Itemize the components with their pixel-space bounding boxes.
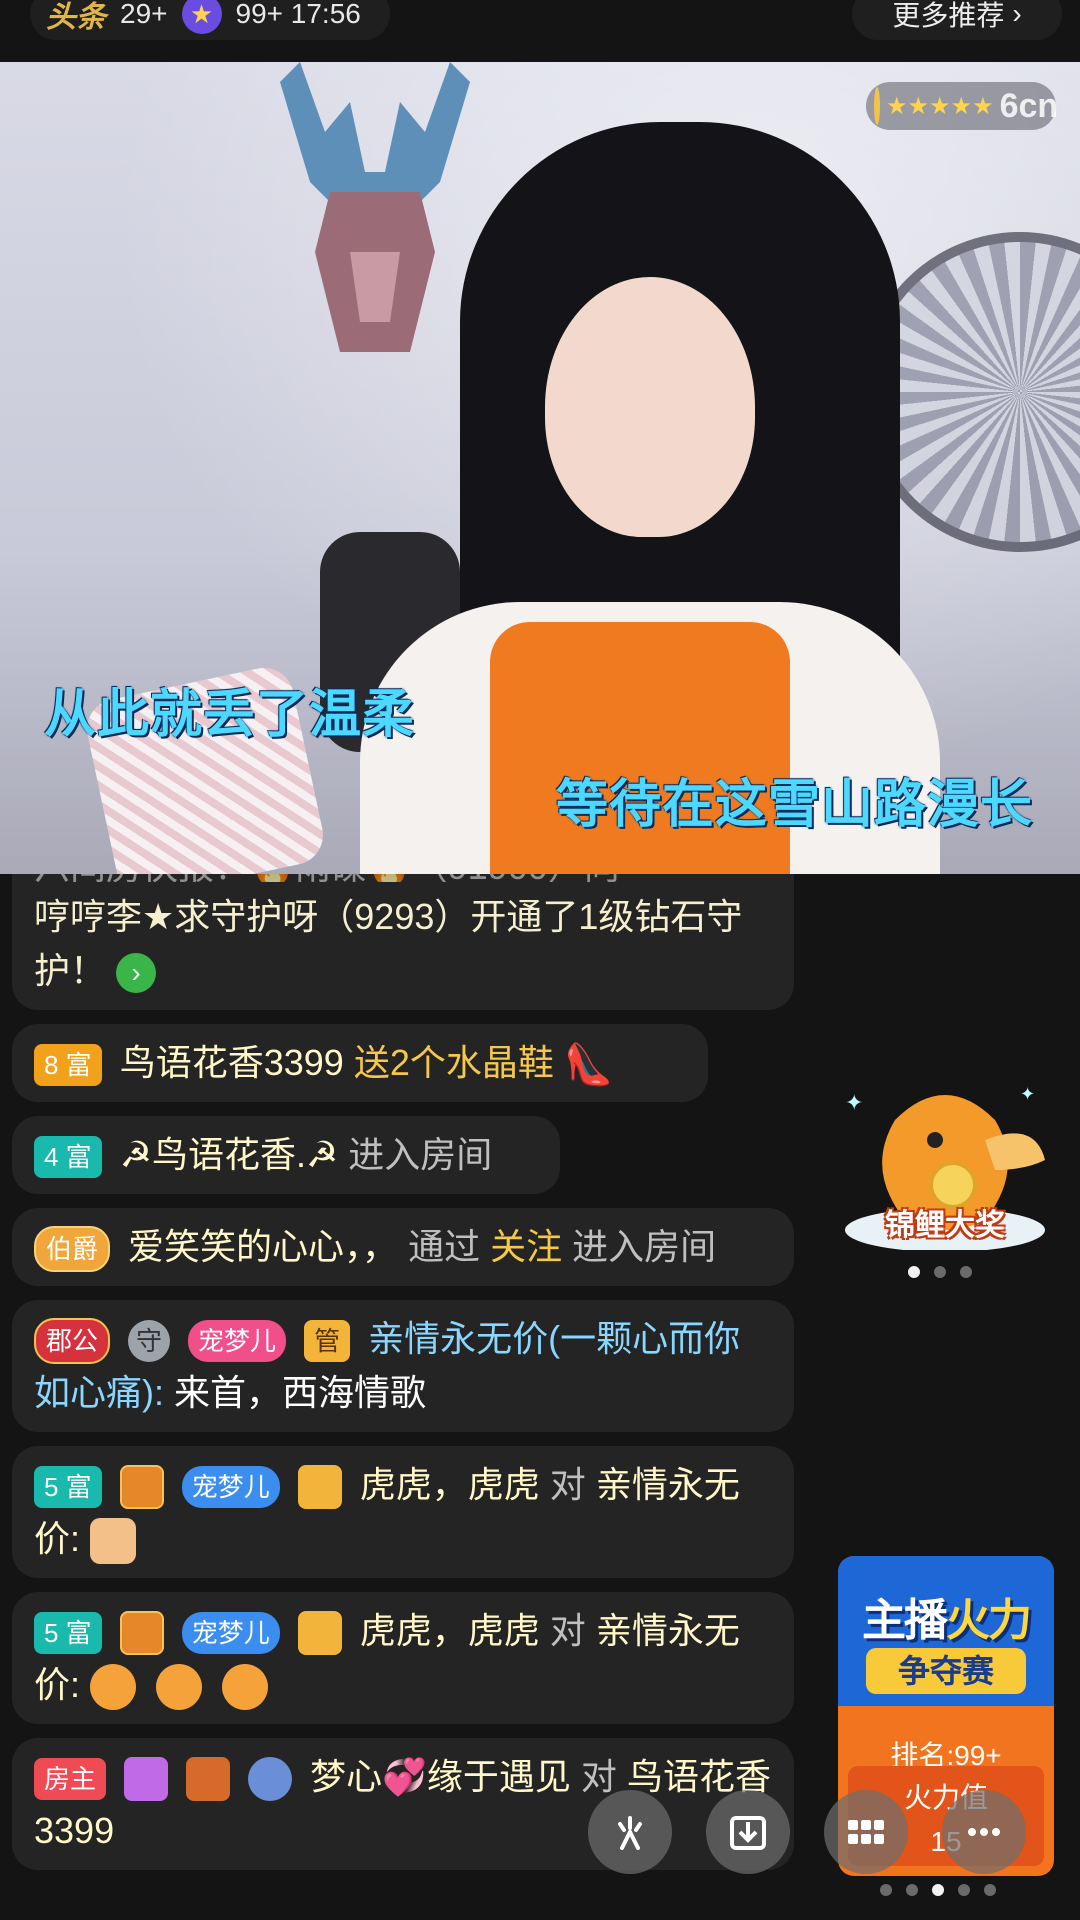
chat-username[interactable]: 虎虎，虎虎 bbox=[360, 1464, 540, 1505]
chat-username[interactable]: ☭鸟语花香.☭ bbox=[120, 1134, 339, 1175]
enter-room-text: 进入房间 bbox=[572, 1226, 717, 1267]
user-card-icon bbox=[297, 1465, 342, 1510]
pray-emoji-icon bbox=[156, 1664, 203, 1711]
fan-club-badge: 宠梦儿 bbox=[188, 1320, 287, 1363]
fans-count: 99+ 17:56 bbox=[235, 0, 361, 29]
page-dot bbox=[960, 1266, 972, 1278]
chat-username[interactable]: 爱笑笑的心心，， bbox=[128, 1226, 398, 1267]
promo-page-dots bbox=[908, 1266, 972, 1278]
page-dot bbox=[880, 1884, 892, 1896]
pray-emoji-icon bbox=[222, 1664, 269, 1711]
follow-highlight: 关注 bbox=[490, 1226, 563, 1267]
gift-action: 送2个水晶鞋 bbox=[353, 1042, 554, 1083]
level-watermark: ★★★★★ 6cn bbox=[866, 82, 1059, 130]
gold-bar-icon bbox=[119, 1465, 164, 1510]
to-text: 对 bbox=[549, 1610, 586, 1651]
page-dot-active bbox=[932, 1884, 944, 1896]
page-dot bbox=[906, 1884, 918, 1896]
pray-emoji-icon bbox=[90, 1664, 137, 1711]
more-recommend-label: 更多推荐 bbox=[892, 0, 1005, 31]
page-dot bbox=[958, 1884, 970, 1896]
star-icon: ★ bbox=[181, 0, 222, 34]
next-arrow-icon[interactable]: › bbox=[116, 953, 157, 994]
noble-badge: 伯爵 bbox=[34, 1226, 111, 1273]
fan-club-name: 宠梦儿 bbox=[191, 1472, 270, 1503]
page-dot bbox=[984, 1884, 996, 1896]
enter-room-text: 进入房间 bbox=[348, 1134, 493, 1175]
chat-text: 来首，西海情歌 bbox=[174, 1372, 427, 1413]
system-message-clipped: 六间房快报！🔥雨碟🔥（91900）向 bbox=[34, 874, 772, 882]
chat-list[interactable]: 六间房快报！🔥雨碟🔥（91900）向 哼哼李★求守护呀（9293）开通了1级钻石… bbox=[12, 874, 802, 1920]
svg-text:✦: ✦ bbox=[845, 1090, 863, 1115]
crest-icon bbox=[874, 87, 880, 125]
fan-club-name: 宠梦儿 bbox=[198, 1326, 277, 1357]
apps-button[interactable] bbox=[824, 1790, 908, 1874]
wealth-badge: 8 富 bbox=[34, 1044, 102, 1087]
level-stars: ★★★★★ bbox=[886, 92, 994, 120]
page-dot-active bbox=[908, 1266, 920, 1278]
fan-club-name: 宠梦儿 bbox=[191, 1618, 270, 1649]
site-logo: 6cn bbox=[999, 86, 1059, 125]
more-button[interactable] bbox=[942, 1790, 1026, 1874]
vip-crest-icon bbox=[124, 1757, 169, 1802]
fire-contest-subtitle: 争夺赛 bbox=[866, 1648, 1026, 1694]
download-button[interactable] bbox=[706, 1790, 790, 1874]
chat-username[interactable]: 梦心💞缘于遇见 bbox=[310, 1756, 571, 1797]
headline-logo: 头条 bbox=[46, 1, 106, 34]
live-video[interactable]: ★★★★★ 6cn 从此就丢了温柔 等待在这雪山路漫长 bbox=[0, 62, 1080, 874]
to-text: 对 bbox=[580, 1756, 617, 1797]
guard-shield-icon: 守 bbox=[128, 1320, 171, 1363]
chevron-right-icon: › bbox=[1012, 0, 1022, 29]
chat-message-gift[interactable]: 8 富 鸟语花香3399 送2个水晶鞋 👠 bbox=[12, 1024, 708, 1102]
chat-message-comment[interactable]: 郡公 守 宠梦儿 管 亲情永无价(一颗心而你如心痛): 来首，西海情歌 bbox=[12, 1300, 794, 1432]
more-icon bbox=[968, 1828, 1000, 1836]
wealth-badge: 4 富 bbox=[34, 1136, 102, 1179]
noble-badge: 郡公 bbox=[34, 1318, 111, 1365]
lyric-line-1: 从此就丢了温柔 bbox=[44, 686, 416, 744]
gold-bar-icon bbox=[119, 1611, 164, 1656]
via-text: 通过 bbox=[408, 1226, 481, 1267]
deer-head-decoration bbox=[280, 62, 470, 352]
crystal-shoe-icon: 👠 bbox=[563, 1043, 614, 1088]
lyric-line-2: 等待在这雪山路漫长 bbox=[556, 776, 1034, 834]
admin-badge: 管 bbox=[304, 1320, 351, 1363]
grid-icon bbox=[848, 1820, 884, 1844]
headline-count: 29+ bbox=[120, 0, 168, 29]
shield-icon bbox=[186, 1757, 231, 1802]
chat-username[interactable]: 鸟语花香3399 bbox=[120, 1042, 344, 1083]
download-icon bbox=[730, 1816, 766, 1850]
room-info-pill[interactable]: 头条 29+ ★ 99+ 17:56 bbox=[30, 0, 390, 40]
guard-badge-label: 守 bbox=[136, 1326, 163, 1357]
chat-message-enter[interactable]: 4 富 ☭鸟语花香.☭ 进入房间 bbox=[12, 1116, 560, 1194]
page-dot bbox=[934, 1266, 946, 1278]
chat-message-to[interactable]: 5 富 宠梦儿 虎虎，虎虎 对 亲情永无价: bbox=[12, 1446, 794, 1578]
user-card-icon bbox=[297, 1611, 342, 1656]
top-bar: 头条 29+ ★ 99+ 17:56 更多推荐 › bbox=[0, 0, 1080, 62]
share-button[interactable] bbox=[588, 1790, 672, 1874]
koi-prize-label[interactable]: 锦鲤大奖 bbox=[838, 1200, 1052, 1244]
crest-icon bbox=[248, 1757, 293, 1802]
streamer-face bbox=[545, 277, 755, 537]
fire-title-part-a: 主播 bbox=[862, 1596, 948, 1645]
fan-club-badge: 宠梦儿 bbox=[181, 1612, 280, 1655]
chat-message-system: 六间房快报！🔥雨碟🔥（91900）向 哼哼李★求守护呀（9293）开通了1级钻石… bbox=[12, 874, 794, 1010]
more-recommend-button[interactable]: 更多推荐 › bbox=[852, 0, 1062, 40]
fan-club-badge: 宠梦儿 bbox=[181, 1466, 280, 1509]
fire-title-part-b: 火力 bbox=[946, 1596, 1032, 1645]
promo-page-dots-bottom bbox=[880, 1884, 996, 1896]
to-text: 对 bbox=[549, 1464, 586, 1505]
chat-message-to[interactable]: 房主 梦心💞缘于遇见 对 鸟语花香3399 bbox=[12, 1738, 794, 1870]
clap-emoji-icon bbox=[90, 1518, 137, 1565]
chat-message-to[interactable]: 5 富 宠梦儿 虎虎，虎虎 对 亲情永无价: bbox=[12, 1592, 794, 1724]
svg-text:✦: ✦ bbox=[1020, 1084, 1035, 1104]
wealth-badge: 5 富 bbox=[34, 1612, 102, 1655]
wealth-badge: 5 富 bbox=[34, 1466, 102, 1509]
share-icon bbox=[618, 1816, 642, 1850]
chat-message-follow-enter[interactable]: 伯爵 爱笑笑的心心，， 通过 关注 进入房间 bbox=[12, 1208, 794, 1286]
room-owner-badge: 房主 bbox=[34, 1758, 107, 1801]
chat-username[interactable]: 虎虎，虎虎 bbox=[360, 1610, 540, 1651]
fire-contest-title: 主播火力 bbox=[838, 1584, 1054, 1648]
